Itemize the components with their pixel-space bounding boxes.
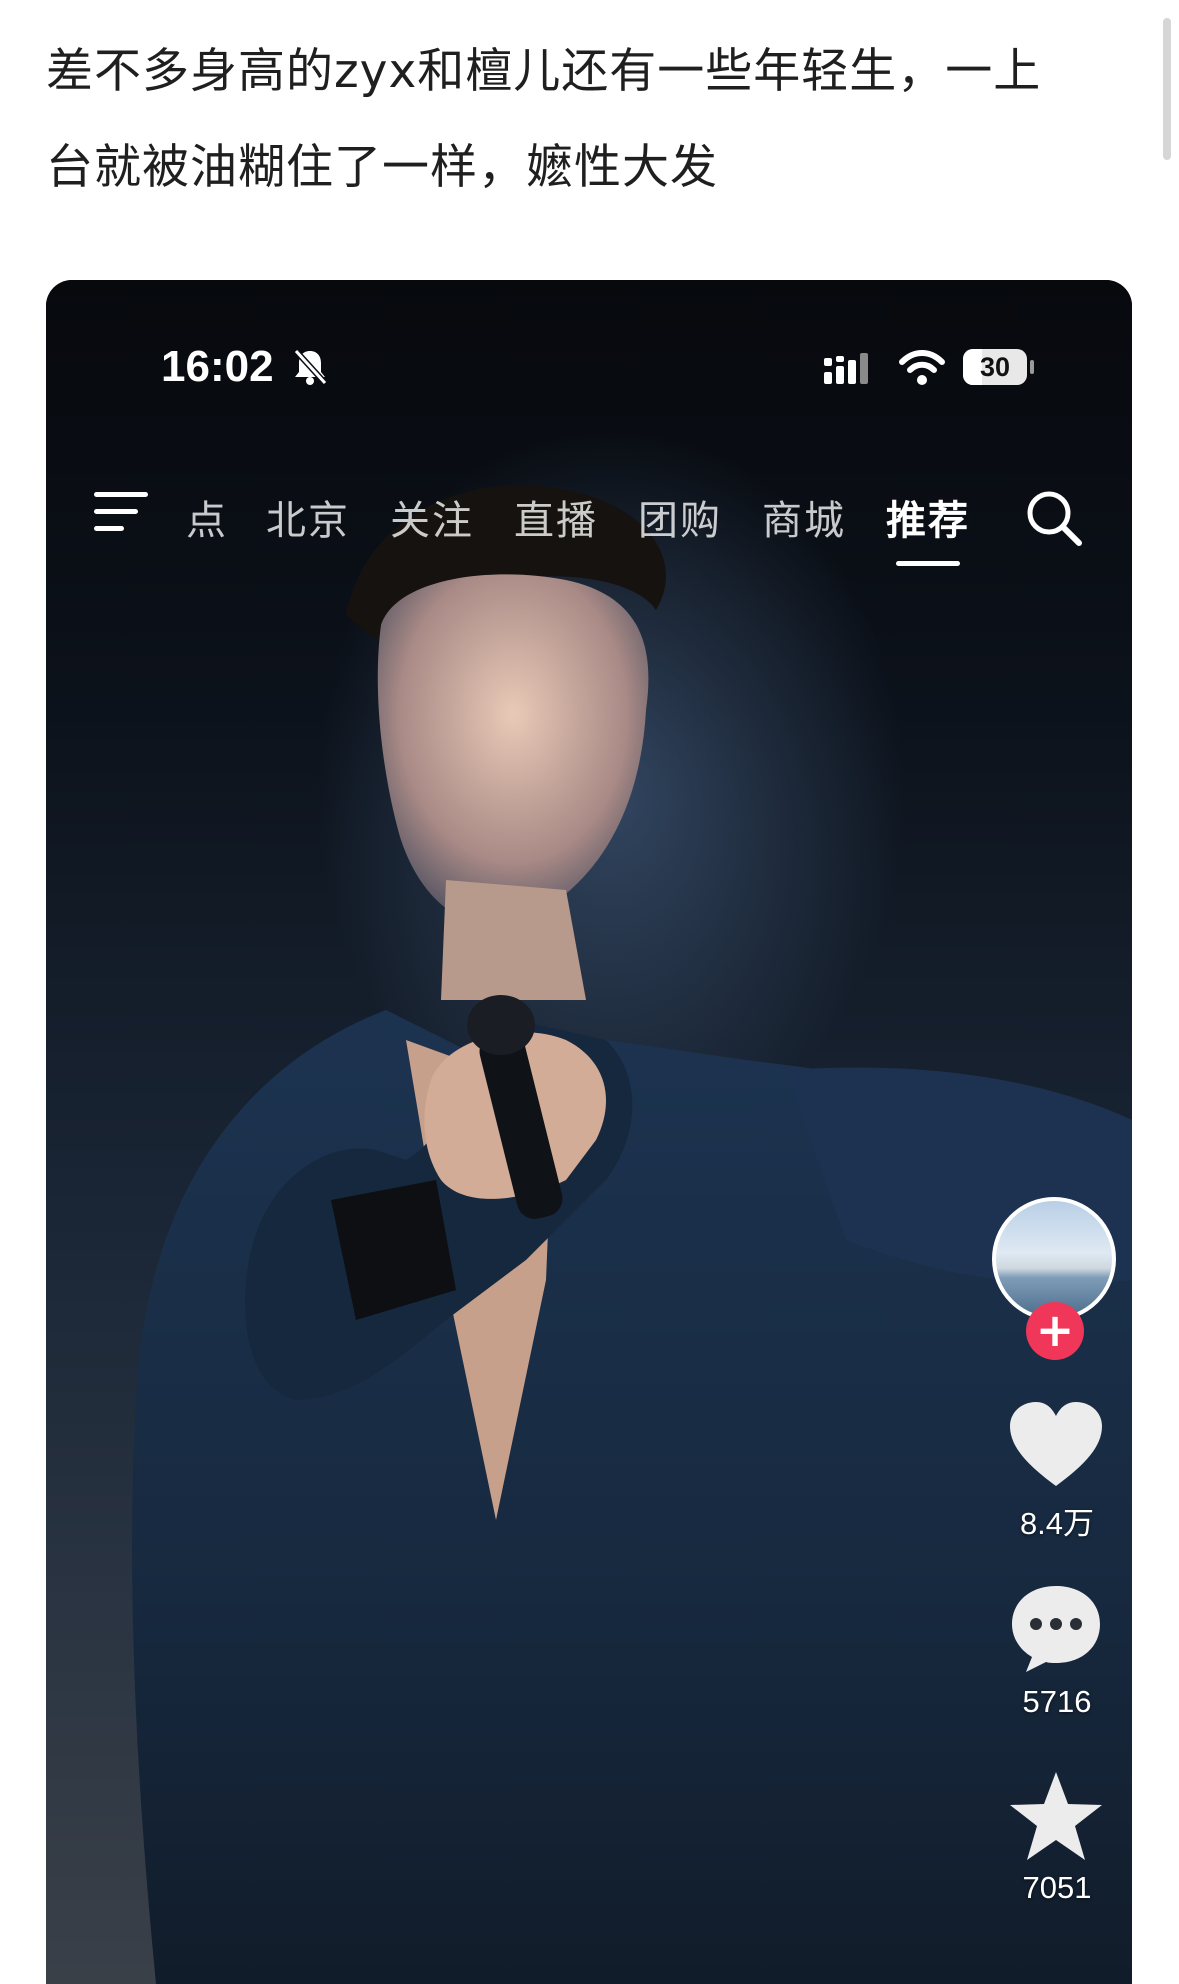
post-text-line-2: 台就被油糊住了一样，嬷性大发	[46, 140, 718, 195]
side-actions: + 8.4万 5716 7051	[982, 280, 1132, 1984]
signal-icon	[824, 352, 876, 390]
comment-count: 5716	[1022, 1684, 1092, 1719]
heart-icon[interactable]	[1006, 1400, 1106, 1494]
status-time: 16:02	[161, 342, 274, 391]
scrollbar[interactable]	[1163, 18, 1171, 160]
tab-beijing[interactable]: 北京	[266, 488, 350, 546]
status-bar: 16:02 30	[46, 280, 1132, 400]
page: 差不多身高的zyx和檀儿还有一些年轻生，一上 台就被油糊住了一样，嬷性大发 16…	[0, 0, 1179, 1984]
menu-icon[interactable]	[94, 490, 150, 538]
top-nav: 点 北京 关注 直播 团购 商城 推荐	[46, 470, 1132, 566]
tab-live[interactable]: 直播	[514, 488, 598, 546]
wifi-icon	[898, 348, 946, 390]
tab-group-buy[interactable]: 团购	[638, 488, 722, 546]
embedded-screenshot[interactable]: 16:02 30 点 北京 关注 直播 团购 商城 推荐 + 8.4万 5716…	[46, 280, 1132, 1984]
tab-mall[interactable]: 商城	[762, 488, 846, 546]
tab-recommended[interactable]: 推荐	[886, 488, 970, 546]
bell-muted-icon	[292, 348, 328, 390]
star-icon[interactable]	[1006, 1770, 1106, 1866]
favorite-count: 7051	[1022, 1870, 1092, 1905]
active-tab-indicator	[896, 561, 960, 566]
tab-dian[interactable]: 点	[186, 488, 228, 546]
like-count: 8.4万	[1019, 1506, 1095, 1541]
tab-following[interactable]: 关注	[390, 488, 474, 546]
follow-button[interactable]: +	[1026, 1302, 1084, 1360]
comment-icon[interactable]	[1006, 1582, 1106, 1678]
post-text-line-1: 差不多身高的zyx和檀儿还有一些年轻生，一上	[46, 44, 1042, 99]
post-text: 差不多身高的zyx和檀儿还有一些年轻生，一上 台就被油糊住了一样，嬷性大发	[46, 24, 1126, 216]
